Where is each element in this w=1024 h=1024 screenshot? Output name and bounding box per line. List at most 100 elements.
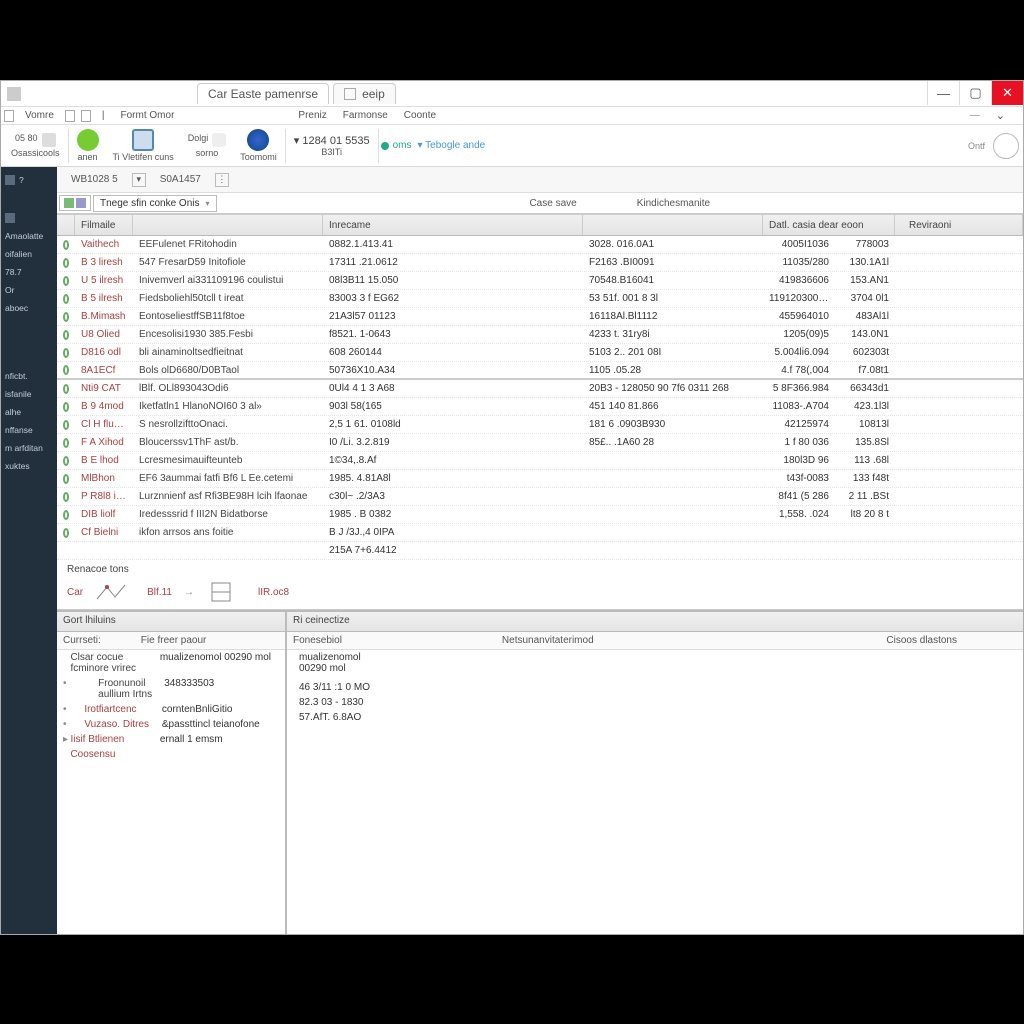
cell-n4: 113 .68l bbox=[835, 455, 895, 466]
cell-desc: Encesolisi1930 385.Fesbi bbox=[133, 329, 323, 340]
status-ring-icon bbox=[57, 384, 75, 394]
cell-desc: EF6 3aummai fatfi Bf6 L Ee.cetemi bbox=[133, 473, 323, 484]
table-row[interactable]: Nti9 CATlBlf. OLl893043Odi60Ul4 4 1 3 A6… bbox=[57, 380, 1023, 398]
page-icon[interactable] bbox=[65, 110, 75, 122]
cell-n4: 133 f48t bbox=[835, 473, 895, 484]
sidebar-item[interactable]: xuktes bbox=[1, 457, 57, 475]
grid-controls: Tnege sfin conke Onis▾ Case save Kindich… bbox=[57, 193, 1023, 214]
menu-item-1[interactable]: Formt Omor bbox=[121, 110, 175, 121]
menu-item-0[interactable]: Vomre bbox=[25, 110, 54, 121]
tb-anen[interactable]: anen bbox=[71, 129, 105, 162]
titlebar: Car Easte pamenrse eeip — ▢ ✕ bbox=[1, 81, 1023, 107]
filter-icon[interactable]: ▾ bbox=[132, 173, 146, 187]
tab-main[interactable]: Car Easte pamenrse bbox=[197, 83, 329, 104]
table-row[interactable]: B 9 4modIketfatln1 HlanoNOI60 3 al»903l … bbox=[57, 398, 1023, 416]
property-row[interactable]: •Froonunoil aullium Irtns348333503 bbox=[57, 676, 285, 702]
cell-n2: 20B3 - 128050 90 7f6 0311 268 bbox=[583, 383, 763, 394]
cell-n2: 16118Al.Bl1112 bbox=[583, 311, 763, 322]
lower-panels: Gort lhiluins Currseti: Fie freer paour … bbox=[57, 610, 1023, 934]
sidebar-item[interactable] bbox=[1, 209, 57, 227]
table-row[interactable]: MlBhonEF6 3aummai fatfi Bf6 L Ee.cetemi 1… bbox=[57, 470, 1023, 488]
view-toggle[interactable] bbox=[59, 195, 91, 211]
menu-item-2[interactable]: Preniz bbox=[298, 110, 326, 121]
table-row[interactable]: B.MimashEontoseliestffSB11f8toe21A3l57 0… bbox=[57, 308, 1023, 326]
tb-tools[interactable]: 05 80 Osassicools bbox=[5, 133, 66, 158]
cell-n2: 181 6 .0903B930 bbox=[583, 419, 763, 430]
table-row[interactable]: 8A1ECfBols olD6680/D0BTaol50736X10.A3411… bbox=[57, 362, 1023, 380]
table-row[interactable]: B 3 liresh547 FresarD59 Initofiole17311 … bbox=[57, 254, 1023, 272]
property-row[interactable]: ▸Iisif Btlienenernall 1 emsm bbox=[57, 732, 285, 747]
close-button[interactable]: ✕ bbox=[991, 81, 1023, 105]
col-code[interactable]: Filmaile bbox=[75, 215, 133, 235]
table-row[interactable]: U8 OliedEncesolisi1930 385.Fesbif8521. 1… bbox=[57, 326, 1023, 344]
property-row[interactable]: •IrotfiartcenccorntenBnliGitio bbox=[57, 702, 285, 717]
tb-dolgi[interactable]: Dolgi sorno bbox=[182, 133, 233, 158]
tab-secondary[interactable]: eeip bbox=[333, 83, 396, 104]
sidebar-item[interactable]: oifalien bbox=[1, 245, 57, 263]
col-desc[interactable]: Inrecame bbox=[323, 215, 583, 235]
status-ring-icon bbox=[57, 474, 75, 484]
table-row[interactable]: Cf Bielniikfon arrsos ans foitieB J /3J.… bbox=[57, 524, 1023, 542]
sidebar-item[interactable]: Or bbox=[1, 281, 57, 299]
file-icon[interactable] bbox=[4, 110, 14, 122]
filter-field-2[interactable]: S0A1457 bbox=[154, 172, 207, 187]
col-date[interactable]: Datl. casia dear eoon bbox=[763, 215, 895, 235]
cell-desc: S nesrollzifttoOnaci. bbox=[133, 419, 323, 430]
minimize-button[interactable]: — bbox=[927, 81, 959, 105]
sidebar-item[interactable]: nffanse bbox=[1, 421, 57, 439]
sidebar-item[interactable]: m arfditan bbox=[1, 439, 57, 457]
system-menu-icon[interactable] bbox=[7, 87, 21, 101]
user-avatar[interactable] bbox=[993, 133, 1019, 159]
cell-n1: 50736X10.A34 bbox=[323, 365, 583, 376]
tab-main-label: Car Easte pamenrse bbox=[208, 87, 318, 101]
table-row[interactable]: DIB liolfIredesssrid f III2N Bidatborse1… bbox=[57, 506, 1023, 524]
lower-left-panel: Gort lhiluins Currseti: Fie freer paour … bbox=[57, 612, 287, 934]
table-row[interactable]: D816 odlbli ainaminoltsedfieitnat608 260… bbox=[57, 344, 1023, 362]
filter-field-1[interactable]: WB1028 5 bbox=[65, 172, 124, 187]
tb-globe[interactable]: Toomomi bbox=[234, 129, 283, 162]
cell-code: U 5 ilresh bbox=[75, 275, 133, 286]
table-row[interactable]: VaithechEEFulenet FRitohodin0882.1.413.4… bbox=[57, 236, 1023, 254]
table-row[interactable]: P R8l8 iekiLurznnienf asf Rfi3BE98H lcih… bbox=[57, 488, 1023, 506]
col-last[interactable]: Reviraoni bbox=[903, 215, 1023, 235]
table-row[interactable]: B E lhodLcresmesimauifteunteb1©34,.8.Af1… bbox=[57, 452, 1023, 470]
table-row[interactable]: 215A 7+6.4412 bbox=[57, 542, 1023, 560]
sidebar-item[interactable]: nficbt. bbox=[1, 367, 57, 385]
sidebar-item[interactable]: Amaolatte bbox=[1, 227, 57, 245]
sidebar-item[interactable]: aboec bbox=[1, 299, 57, 317]
property-row[interactable]: Clsar cocue fcminore vrirecmualizenomol … bbox=[57, 650, 285, 676]
menu-item-4[interactable]: Coonte bbox=[404, 110, 436, 121]
cell-n3: 11083-.A704 bbox=[763, 401, 835, 412]
cell-n1: 608 260144 bbox=[323, 347, 583, 358]
cell-desc: Bloucerssv1ThF ast/b. bbox=[133, 437, 323, 448]
column-header: Filmaile Inrecame Datl. casia dear eoon … bbox=[57, 214, 1023, 236]
table-row[interactable]: F A XihodBloucerssv1ThF ast/b.I0 /Li. 3.… bbox=[57, 434, 1023, 452]
cell-n3: 419836606 bbox=[763, 275, 835, 286]
sidebar-item[interactable]: 78.7 bbox=[1, 263, 57, 281]
maximize-button[interactable]: ▢ bbox=[959, 81, 991, 105]
cell-n1: 1985 . B 0382 bbox=[323, 509, 583, 520]
molecule-icon bbox=[95, 579, 135, 605]
sidebar-item[interactable]: isfanile bbox=[1, 385, 57, 403]
sidebar-item[interactable]: alhe bbox=[1, 403, 57, 421]
view-selector[interactable]: Tnege sfin conke Onis▾ bbox=[93, 195, 217, 212]
reaction-panel: Renacoe tons Car Blf.11 → lIR.oc8 bbox=[57, 560, 1023, 610]
table-row[interactable]: U 5 ilreshInivemverl ai331109196 coulist… bbox=[57, 272, 1023, 290]
cell-n1: 903l 58(165 bbox=[323, 401, 583, 412]
property-row[interactable]: •Vuzaso. Ditres&passttincl teianofone bbox=[57, 717, 285, 732]
status-indicator: oms ▾ Tebogle ande bbox=[381, 140, 486, 151]
filter-more-icon[interactable]: ⋮ bbox=[215, 173, 229, 187]
cell-n3: 455964010 bbox=[763, 311, 835, 322]
table-row[interactable]: Cl H flueshS nesrollzifttoOnaci.2,5 1 61… bbox=[57, 416, 1023, 434]
table-row[interactable]: B 5 ilreshFiedsboliehl50tcll t ireat8300… bbox=[57, 290, 1023, 308]
cell-n2: 451 140 81.866 bbox=[583, 401, 763, 412]
cell-code: MlBhon bbox=[75, 473, 133, 484]
page2-icon[interactable] bbox=[81, 110, 91, 122]
menu-item-3[interactable]: Farmonse bbox=[343, 110, 388, 121]
property-row[interactable]: Coosensu bbox=[57, 747, 285, 762]
cell-desc: Inivemverl ai331109196 coulistui bbox=[133, 275, 323, 286]
status-ring-icon bbox=[57, 294, 75, 304]
sidebar-item[interactable]: ? bbox=[1, 171, 57, 189]
tb-verify[interactable]: Ti Vletifen cuns bbox=[107, 129, 180, 162]
status-ring-icon bbox=[57, 348, 75, 358]
